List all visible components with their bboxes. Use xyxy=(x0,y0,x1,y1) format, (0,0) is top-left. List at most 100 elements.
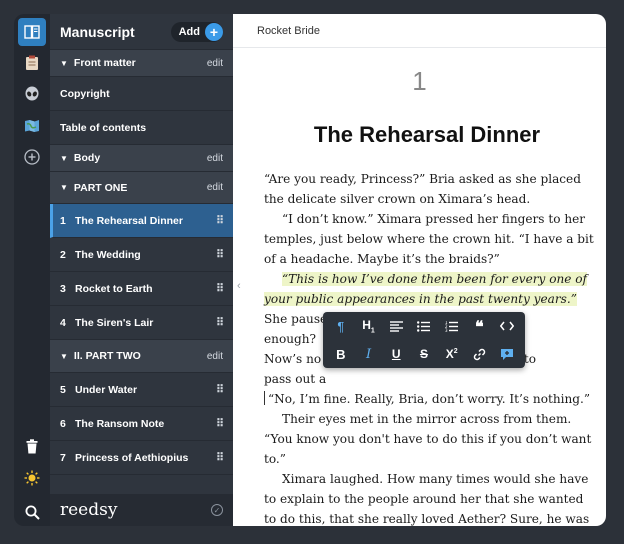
chapter-label: The Wedding xyxy=(75,248,141,261)
format-toolbar: ¶ H1 123 ❝ B I U S X2 xyxy=(323,312,525,368)
link-icon[interactable] xyxy=(468,343,490,365)
icon-rail xyxy=(14,14,50,526)
drag-handle-icon[interactable]: ⠿ xyxy=(216,316,224,329)
chapter-number: 6 xyxy=(60,417,66,430)
chapter-label: The Rehearsal Dinner xyxy=(75,214,183,227)
book-icon[interactable] xyxy=(18,18,46,46)
paragraph[interactable]: “I don’t know.” Ximara pressed her finge… xyxy=(264,209,594,269)
code-icon[interactable] xyxy=(496,315,518,337)
chapter-number: 5 xyxy=(60,383,66,396)
align-left-icon[interactable] xyxy=(385,315,407,337)
chapter-item[interactable]: 5 Under Water ⠿ xyxy=(50,373,233,407)
toolbar-row: B I U S X2 xyxy=(323,340,525,368)
svg-text:3: 3 xyxy=(445,328,448,332)
chapter-number: 3 xyxy=(60,282,66,295)
plus-icon: + xyxy=(205,22,223,41)
paragraph-text: enough? xyxy=(264,332,317,346)
collapse-sidebar-icon[interactable]: ‹ xyxy=(237,280,241,292)
paragraph[interactable]: Their eyes met in the mirror across from… xyxy=(264,409,594,469)
superscript-icon[interactable]: X2 xyxy=(441,343,463,365)
map-icon[interactable] xyxy=(18,112,46,140)
book-title: Rocket Bride xyxy=(257,24,320,37)
chapter-item[interactable]: 1 The Rehearsal Dinner ⠿ xyxy=(50,204,233,238)
chapter-label: Under Water xyxy=(75,383,138,396)
paragraph-icon[interactable]: ¶ xyxy=(330,315,352,337)
sidebar-item-label: Table of contents xyxy=(60,121,147,134)
edit-link[interactable]: edit xyxy=(207,58,223,69)
section-label: II. PART TWO xyxy=(73,350,141,362)
sidebar-header: Manuscript Add + xyxy=(50,14,233,50)
chapter-title[interactable]: The Rehearsal Dinner xyxy=(233,122,606,148)
chapter-item[interactable]: 7 Princess of Aethiopius ⠿ xyxy=(50,441,233,475)
saved-check-icon: ✓ xyxy=(211,504,223,516)
chapter-item[interactable]: 4 The Siren's Lair ⠿ xyxy=(50,306,233,340)
chapter-label: The Siren's Lair xyxy=(75,316,154,329)
highlighted-text[interactable]: “This is how I’ve done them been for eve… xyxy=(264,272,588,306)
collapse-triangle-icon[interactable]: ▼ xyxy=(60,352,68,361)
add-icon[interactable] xyxy=(18,143,46,171)
chapter-item[interactable]: 6 The Ransom Note ⠿ xyxy=(50,407,233,441)
chapter-number: 4 xyxy=(60,316,66,329)
chapter-number: 2 xyxy=(60,248,66,261)
sidebar-title: Manuscript xyxy=(60,23,135,40)
paragraph-text: Now’s no xyxy=(264,352,322,366)
chapter-label: The Ransom Note xyxy=(75,417,165,430)
sidebar-item-table-of-contents[interactable]: Table of contents xyxy=(50,111,233,145)
paragraph[interactable]: Ximara laughed. How many times would she… xyxy=(264,469,594,526)
edit-link[interactable]: edit xyxy=(207,182,223,193)
strikethrough-icon[interactable]: S xyxy=(413,343,435,365)
search-icon[interactable] xyxy=(18,498,46,526)
notes-icon[interactable] xyxy=(18,49,46,77)
manuscript-sidebar: Manuscript Add + ▼ Front matter edit Cop… xyxy=(50,14,233,526)
reedsy-logo: reedsy xyxy=(60,500,118,520)
app-window: Manuscript Add + ▼ Front matter edit Cop… xyxy=(0,0,624,544)
edit-link[interactable]: edit xyxy=(207,351,223,362)
edit-link[interactable]: edit xyxy=(207,153,223,164)
section-body[interactable]: ▼ Body edit xyxy=(50,145,233,172)
section-part-two[interactable]: ▼ II. PART TWO edit xyxy=(50,340,233,373)
chapter-item[interactable]: 2 The Wedding ⠿ xyxy=(50,238,233,272)
sidebar-item-copyright[interactable]: Copyright xyxy=(50,77,233,111)
comment-icon[interactable] xyxy=(496,343,518,365)
section-label: Body xyxy=(73,152,101,164)
drag-handle-icon[interactable]: ⠿ xyxy=(216,248,224,261)
drag-handle-icon[interactable]: ⠿ xyxy=(216,282,224,295)
bold-icon[interactable]: B xyxy=(330,343,352,365)
section-label: PART ONE xyxy=(73,181,128,194)
drag-handle-icon[interactable]: ⠿ xyxy=(216,214,224,227)
sun-icon[interactable] xyxy=(18,464,46,492)
italic-icon[interactable]: I xyxy=(358,343,380,365)
chapter-number: 1 xyxy=(60,214,66,227)
collapse-triangle-icon[interactable]: ▼ xyxy=(60,183,68,192)
trash-icon[interactable] xyxy=(18,432,46,460)
collapse-triangle-icon[interactable]: ▼ xyxy=(60,59,68,68)
collapse-triangle-icon[interactable]: ▼ xyxy=(60,154,68,163)
section-part-one[interactable]: ▼ PART ONE edit xyxy=(50,172,233,204)
paragraph[interactable]: “Are you ready, Princess?” Bria asked as… xyxy=(264,169,594,209)
paragraph[interactable]: “No, I’m fine. Really, Bria, don’t worry… xyxy=(264,389,594,409)
add-button[interactable]: Add + xyxy=(170,21,223,42)
chapter-item[interactable]: 3 Rocket to Earth ⠿ xyxy=(50,272,233,306)
text-cursor xyxy=(264,391,265,405)
drag-handle-icon[interactable]: ⠿ xyxy=(216,417,224,430)
chapter-number: 7 xyxy=(60,451,66,464)
alien-icon[interactable] xyxy=(18,80,46,108)
heading-icon[interactable]: H1 xyxy=(358,315,380,337)
chapter-label: Princess of Aethiopius xyxy=(75,451,189,464)
drag-handle-icon[interactable]: ⠿ xyxy=(216,451,224,464)
numbered-list-icon[interactable]: 123 xyxy=(441,315,463,337)
paragraph-text: pass out a xyxy=(264,372,327,386)
underline-icon[interactable]: U xyxy=(385,343,407,365)
sidebar-item-label: Copyright xyxy=(60,87,110,100)
chapter-number-heading: 1 xyxy=(412,66,427,96)
section-label: Front matter xyxy=(73,57,136,69)
section-front-matter[interactable]: ▼ Front matter edit xyxy=(50,50,233,77)
chapter-label: Rocket to Earth xyxy=(75,282,153,295)
sidebar-footer: reedsy ✓ xyxy=(50,494,233,526)
add-button-label: Add xyxy=(178,25,200,38)
toolbar-row: ¶ H1 123 ❝ xyxy=(323,312,525,340)
quote-icon[interactable]: ❝ xyxy=(468,315,490,337)
editor-pane: Rocket Bride ‹ 1 The Rehearsal Dinner “A… xyxy=(233,14,606,526)
bullet-list-icon[interactable] xyxy=(413,315,435,337)
drag-handle-icon[interactable]: ⠿ xyxy=(216,383,224,396)
